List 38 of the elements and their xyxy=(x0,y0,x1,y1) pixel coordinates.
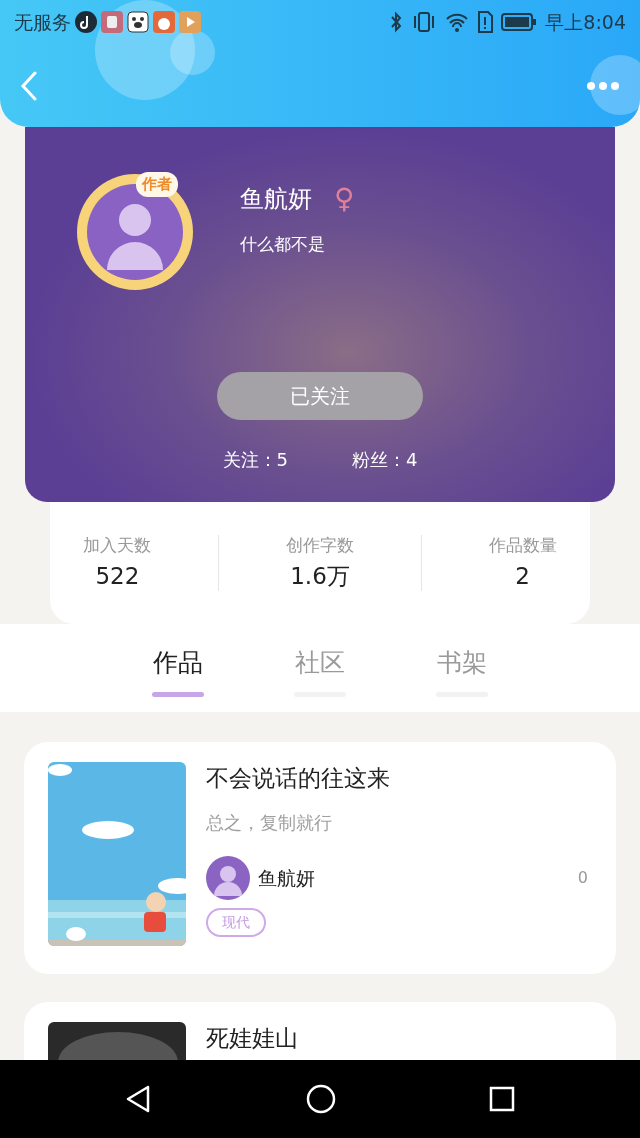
battery-icon xyxy=(501,12,538,32)
author-avatar xyxy=(206,856,250,901)
following-count[interactable]: 关注：5 xyxy=(222,446,288,473)
work-title: 不会说话的往这来 xyxy=(206,766,391,792)
bluetooth-icon xyxy=(389,11,404,33)
genre-tag: 现代 xyxy=(206,908,266,938)
clock-text: 早上8:04 xyxy=(545,9,626,35)
fans-count[interactable]: 粉丝：4 xyxy=(352,446,418,473)
work-summary: 总之，复制就行 xyxy=(206,811,333,836)
work-title: 死娃娃山 xyxy=(206,1026,299,1052)
bubble-decoration xyxy=(170,30,215,75)
work-card[interactable]: 死娃娃山 xyxy=(24,1002,616,1060)
badge-text: 作者 xyxy=(136,172,178,197)
sim-alert-icon xyxy=(477,11,494,33)
app-icon xyxy=(153,11,175,33)
stat-value: 1.6万 xyxy=(289,561,351,591)
wifi-icon xyxy=(445,11,470,33)
work-card[interactable]: 不会说话的往这来 总之，复制就行 鱼航妍 0 现代 xyxy=(24,742,616,974)
stat-label: 创作字数 xyxy=(286,534,354,557)
app-icon xyxy=(101,11,123,33)
work-count: 0 xyxy=(577,867,588,890)
tab[interactable]: 作品 xyxy=(153,644,203,682)
app-icon xyxy=(75,11,97,33)
author-name: 鱼航妍 xyxy=(258,866,315,892)
stat-label: 加入天数 xyxy=(83,534,152,557)
stat-label: 作品数量 xyxy=(488,534,557,557)
paw-icon xyxy=(127,11,149,33)
home-icon[interactable] xyxy=(305,1083,337,1115)
stat-value: 522 xyxy=(94,561,141,591)
gender-symbol: ♀ xyxy=(334,181,355,217)
carrier-text: 无服务 xyxy=(14,9,71,35)
more-icon[interactable] xyxy=(586,80,620,91)
stat-value: 2 xyxy=(514,561,531,591)
user-bio: 什么都不是 xyxy=(240,233,326,256)
bubble-decoration xyxy=(590,55,640,115)
recents-icon[interactable] xyxy=(488,1085,517,1113)
play-icon xyxy=(179,11,201,33)
user-name: 鱼航妍 xyxy=(240,184,312,215)
